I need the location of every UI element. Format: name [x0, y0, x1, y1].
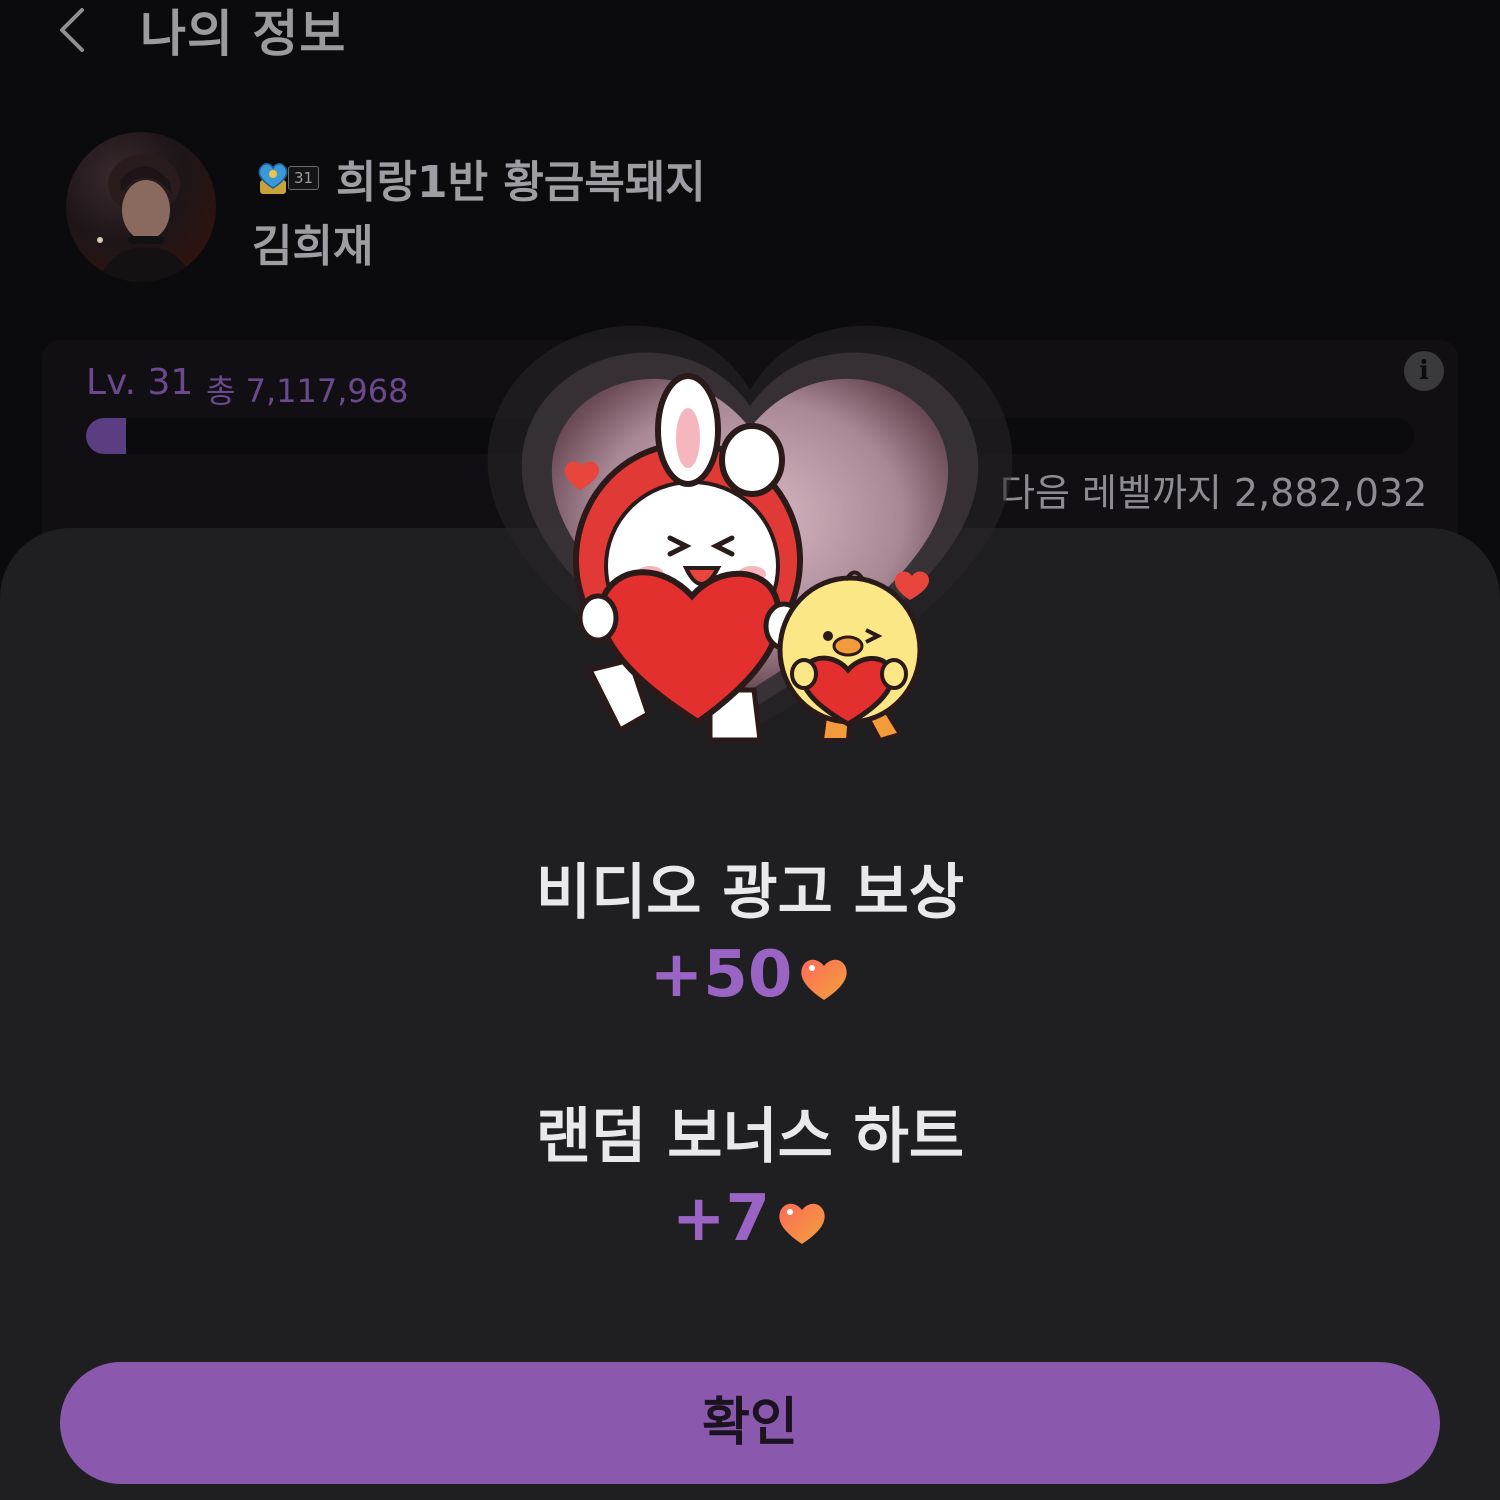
- page-title: 나의 정보: [140, 5, 347, 63]
- blue-heart-badge-icon: [258, 163, 288, 194]
- heart-icon: [776, 1198, 828, 1246]
- random-bonus-heart-value: +7: [671, 1182, 771, 1256]
- heart-icon: [798, 954, 850, 1002]
- badge-level-chip: 31: [288, 166, 320, 190]
- nickname: 희랑1반 황금복돼지: [336, 157, 706, 208]
- user-name: 김희재: [252, 221, 374, 272]
- random-bonus-heart-title: 랜덤 보너스 하트: [535, 1102, 965, 1172]
- avatar[interactable]: [66, 132, 216, 282]
- confirm-button[interactable]: 확인: [60, 1362, 1440, 1484]
- level-label: Lv. 31: [86, 362, 194, 403]
- reward-illustration: [470, 310, 1030, 770]
- next-level-remaining: 다음 레벨까지 2,882,032: [1000, 471, 1428, 515]
- video-ad-reward-amount: +50: [0, 938, 1500, 1012]
- video-ad-reward-value: +50: [649, 938, 793, 1012]
- level-progress-fill: [86, 418, 126, 454]
- video-ad-reward-title: 비디오 광고 보상: [535, 858, 965, 928]
- total-points: 총 7,117,968: [206, 372, 409, 410]
- info-icon[interactable]: i: [1404, 351, 1444, 391]
- back-button[interactable]: [48, 2, 104, 58]
- random-bonus-heart-amount: +7: [0, 1182, 1500, 1256]
- avatar-photo: [96, 154, 194, 282]
- chevron-left-icon: [60, 8, 84, 52]
- bunny-and-chick-heart-image: [487, 325, 1013, 743]
